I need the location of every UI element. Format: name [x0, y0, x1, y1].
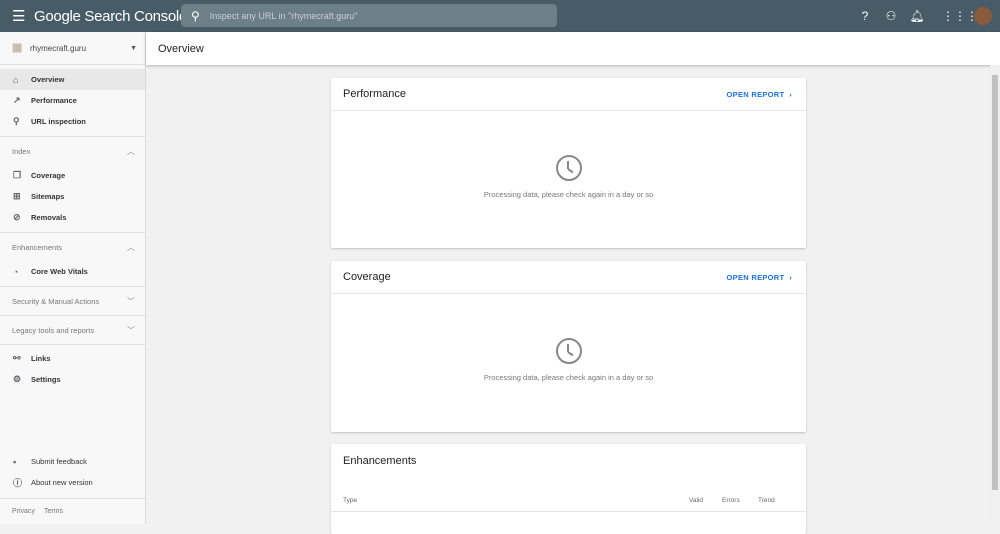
chevron-up-icon: ︿: [127, 146, 135, 156]
dropdown-icon: ▼: [130, 44, 137, 52]
terms-link[interactable]: Terms: [44, 508, 63, 515]
chevron-down-icon: ﹀: [127, 296, 135, 306]
label: Core Web Vitals: [31, 267, 88, 276]
sidebar-item-coverage[interactable]: ❐ Coverage: [0, 165, 145, 186]
card-title: Performance: [343, 88, 406, 100]
section-index[interactable]: Index ︿: [0, 136, 145, 165]
search-icon: ⚲: [13, 116, 20, 126]
help-icon[interactable]: ?: [852, 9, 878, 23]
property-name: rhymecraft.guru: [30, 43, 87, 53]
processing-message: Processing data, please check again in a…: [483, 373, 654, 382]
coverage-icon: ❐: [13, 170, 22, 180]
enhancements-card: Enhancements Type Valid Errors Trend: [331, 444, 806, 534]
notifications-icon[interactable]: 🔔︎: [904, 9, 930, 23]
sidebar-item-sitemaps[interactable]: ⊞ Sitemaps: [0, 186, 145, 207]
col-valid: Valid: [689, 497, 703, 504]
page-title: Overview: [158, 42, 204, 55]
top-bar: ☰ Google Search Console ⚲ Inspect any UR…: [0, 0, 1000, 32]
about-new-version[interactable]: ⓘ About new version: [0, 472, 145, 493]
open-report-button[interactable]: OPEN REPORT ›: [727, 273, 792, 282]
label: Overview: [31, 75, 65, 84]
privacy-link[interactable]: Privacy: [12, 508, 35, 515]
property-favicon: [12, 43, 22, 53]
gauge-icon: ◔: [13, 266, 19, 277]
gear-icon: ⚙: [13, 374, 22, 384]
sidebar-item-overview[interactable]: ⌂ Overview: [0, 69, 145, 90]
sidebar-item-links[interactable]: ⚯ Links: [0, 348, 145, 369]
apps-icon[interactable]: ⋮⋮⋮: [942, 9, 978, 23]
open-report-button[interactable]: OPEN REPORT ›: [727, 90, 792, 99]
sidebar-item-core-web-vitals[interactable]: ◔ Core Web Vitals: [0, 261, 145, 282]
section-enhancements[interactable]: Enhancements ︿: [0, 232, 145, 261]
menu-icon[interactable]: ☰: [12, 7, 28, 25]
avatar[interactable]: [974, 7, 992, 25]
label: Removals: [31, 213, 67, 222]
section-legacy[interactable]: Legacy tools and reports ﹀: [0, 315, 145, 344]
sidebar: rhymecraft.guru ▼ ⌂ Overview ↗ Performance…: [0, 32, 146, 524]
scrollbar-thumb[interactable]: [992, 75, 998, 490]
footer: Privacy Terms: [0, 498, 145, 524]
clock-icon: [555, 155, 582, 181]
label: Coverage: [31, 171, 66, 180]
trending-up-icon: ↗: [13, 95, 21, 105]
label: Links: [31, 354, 51, 363]
card-title: Enhancements: [343, 455, 417, 467]
label: URL inspection: [31, 117, 86, 126]
sidebar-item-settings[interactable]: ⚙ Settings: [0, 369, 145, 390]
home-icon: ⌂: [13, 74, 19, 85]
label: Performance: [31, 96, 77, 105]
label: Submit feedback: [31, 457, 87, 466]
section-security[interactable]: Security & Manual Actions ﹀: [0, 286, 145, 315]
sidebar-item-performance[interactable]: ↗ Performance: [0, 90, 145, 111]
feedback-icon: ▪: [13, 456, 17, 467]
links-icon: ⚯: [13, 353, 21, 363]
performance-card: Performance OPEN REPORT › Processing data…: [331, 78, 806, 248]
scrollbar[interactable]: [990, 65, 1000, 524]
sidebar-item-removals[interactable]: ⊘ Removals: [0, 207, 145, 228]
property-selector[interactable]: rhymecraft.guru ▼: [0, 32, 145, 65]
page-header: Overview: [146, 32, 1000, 65]
coverage-card: Coverage OPEN REPORT › Processing data, p…: [331, 261, 806, 432]
search-icon: ⚲: [191, 8, 200, 23]
col-type: Type: [343, 497, 358, 504]
label: Index: [12, 146, 31, 156]
card-title: Coverage: [343, 271, 391, 283]
url-inspect-search[interactable]: ⚲ Inspect any URL in "rhymecraft.guru": [181, 4, 557, 27]
app-title[interactable]: Google Search Console: [34, 8, 187, 25]
eye-off-icon: ⊘: [13, 212, 21, 222]
label: Sitemaps: [31, 192, 65, 201]
sidebar-item-url-inspection[interactable]: ⚲ URL inspection: [0, 111, 145, 132]
processing-message: Processing data, please check again in a…: [483, 190, 654, 199]
info-icon: ⓘ: [13, 478, 23, 488]
col-trend: Trend: [758, 497, 775, 504]
col-errors: Errors: [722, 497, 740, 504]
search-input[interactable]: Inspect any URL in "rhymecraft.guru": [210, 11, 358, 21]
table-header: Type Valid Errors Trend: [331, 490, 806, 512]
label: About new version: [31, 478, 93, 487]
submit-feedback[interactable]: ▪ Submit feedback: [0, 451, 145, 472]
label: Legacy tools and reports: [12, 325, 95, 335]
label: Security & Manual Actions: [12, 296, 100, 306]
chevron-down-icon: ﹀: [127, 325, 135, 335]
manage-users-icon[interactable]: ⚇: [878, 9, 904, 23]
label: Settings: [31, 375, 61, 384]
sitemap-icon: ⊞: [13, 191, 21, 201]
chevron-up-icon: ︿: [127, 242, 135, 252]
clock-icon: [555, 338, 582, 364]
label: Enhancements: [12, 242, 63, 252]
